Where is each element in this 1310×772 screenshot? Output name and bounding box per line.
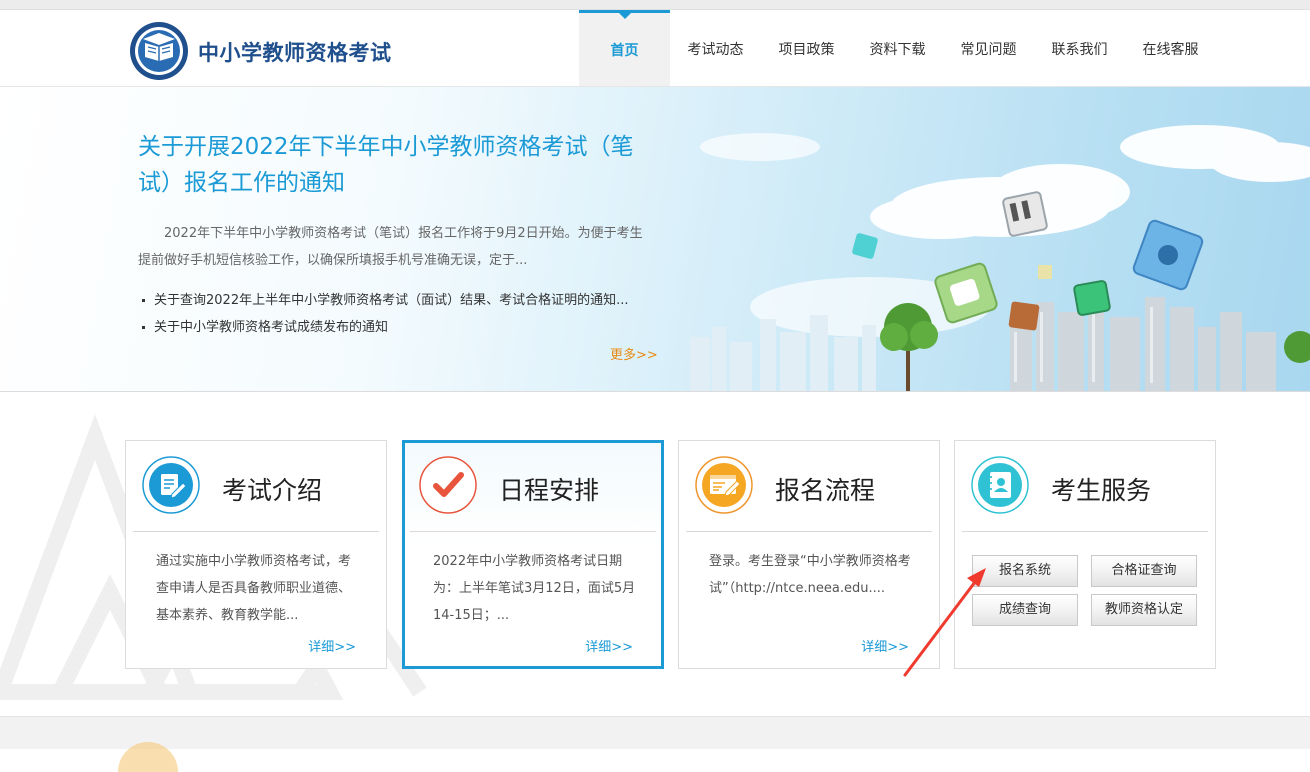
- nav-contact[interactable]: 联系我们: [1034, 10, 1125, 86]
- feature-section: 考试介绍 通过实施中小学教师资格考试，考查申请人是否具备教师职业道德、基本素养、…: [0, 392, 1310, 716]
- card-divider: [133, 531, 379, 532]
- news-list: 关于查询2022年上半年中小学教师资格考试（面试）结果、考试合格证明的通知...…: [140, 287, 628, 341]
- card-schedule[interactable]: 日程安排 2022年中小学教师资格考试日期为：上半年笔试3月12日，面试5月14…: [402, 440, 664, 669]
- form-edit-icon: [695, 456, 753, 514]
- nav-online-service[interactable]: 在线客服: [1125, 10, 1216, 86]
- site-logo-icon[interactable]: [129, 21, 189, 81]
- detail-link[interactable]: 详细>>: [861, 636, 909, 655]
- top-strip: [0, 0, 1310, 10]
- news-banner: 关于开展2022年下半年中小学教师资格考试（笔试）报名工作的通知 2022年下半…: [0, 87, 1310, 392]
- card-divider: [686, 531, 932, 532]
- site-title: 中小学教师资格考试: [198, 41, 392, 65]
- registration-system-button[interactable]: 报名系统: [972, 555, 1078, 587]
- main-nav: 首页 考试动态 项目政策 资料下载 常见问题 联系我们 在线客服: [579, 10, 1216, 86]
- checkmark-icon: [419, 456, 477, 514]
- nav-policy[interactable]: 项目政策: [761, 10, 852, 86]
- footer-logo-icon: [118, 742, 178, 772]
- card-title: 考生服务: [1051, 476, 1152, 505]
- card-text: 2022年中小学教师资格考试日期为：上半年笔试3月12日，面试5月14-15日；…: [433, 554, 636, 623]
- card-registration-process[interactable]: 报名流程 登录。考生登录“中小学教师资格考试”（http://ntce.neea…: [678, 440, 940, 669]
- footer: [0, 716, 1310, 772]
- card-title: 报名流程: [775, 476, 876, 505]
- nav-home[interactable]: 首页: [579, 10, 670, 86]
- nav-faq[interactable]: 常见问题: [943, 10, 1034, 86]
- headline-link[interactable]: 关于开展2022年下半年中小学教师资格考试（笔试）报名工作的通知: [138, 129, 648, 201]
- card-exam-intro[interactable]: 考试介绍 通过实施中小学教师资格考试，考查申请人是否具备教师职业道德、基本素养、…: [125, 440, 387, 669]
- news-item[interactable]: 关于中小学教师资格考试成绩发布的通知: [140, 314, 628, 341]
- card-title: 日程安排: [499, 476, 600, 505]
- headline-summary: 2022年下半年中小学教师资格考试（笔试）报名工作将于9月2日开始。为便于考生提…: [138, 226, 643, 268]
- card-candidate-services: 考生服务 报名系统 合格证查询 成绩查询 教师资格认定: [954, 440, 1216, 669]
- card-title: 考试介绍: [222, 476, 323, 505]
- card-text: 通过实施中小学教师资格考试，考查申请人是否具备教师职业道德、基本素养、教育教学能…: [156, 554, 352, 623]
- document-edit-icon: [142, 456, 200, 514]
- detail-link[interactable]: 详细>>: [585, 636, 633, 655]
- card-text: 登录。考生登录“中小学教师资格考试”（http://ntce.neea.edu.…: [709, 554, 911, 596]
- site-header: 中小学教师资格考试 首页 考试动态 项目政策 资料下载 常见问题 联系我们 在线…: [0, 10, 1310, 87]
- more-link[interactable]: 更多>>: [610, 344, 658, 363]
- teacher-certification-button[interactable]: 教师资格认定: [1091, 594, 1197, 626]
- news-item[interactable]: 关于查询2022年上半年中小学教师资格考试（面试）结果、考试合格证明的通知...: [140, 287, 628, 314]
- nav-downloads[interactable]: 资料下载: [852, 10, 943, 86]
- score-query-button[interactable]: 成绩查询: [972, 594, 1078, 626]
- card-divider: [410, 531, 656, 532]
- nav-exam-news[interactable]: 考试动态: [670, 10, 761, 86]
- detail-link[interactable]: 详细>>: [308, 636, 356, 655]
- address-book-icon: [971, 456, 1029, 514]
- certificate-query-button[interactable]: 合格证查询: [1091, 555, 1197, 587]
- card-divider: [962, 531, 1208, 532]
